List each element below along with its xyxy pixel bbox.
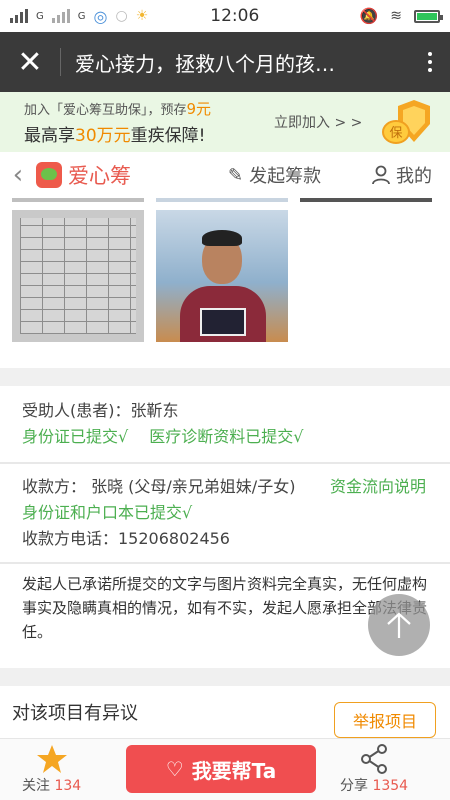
- share-button[interactable]: 分享 1354: [340, 743, 408, 795]
- logo[interactable]: 爱心筹: [36, 160, 131, 190]
- promo-line-2: 最高享30万元重疾保障!: [24, 126, 206, 146]
- app-notification-icon: ◎: [93, 6, 108, 26]
- id-status: 身份证已提交√: [22, 427, 129, 446]
- share-icon: [361, 744, 388, 774]
- wifi-icon: ≋: [390, 8, 402, 24]
- logo-mark-icon: [36, 162, 62, 188]
- logo-text: 爱心筹: [68, 164, 131, 188]
- recipient-status: 身份证已提交√ 医疗诊断资料已提交√: [22, 424, 428, 450]
- payee-row: 收款方： 张晓 (父母/亲兄弟姐妹/子女) 资金流向说明: [22, 474, 428, 500]
- svg-text:保: 保: [389, 126, 402, 141]
- status-bar: G G ◎ ○ ☀ 12:06 🔕 ≋: [0, 0, 450, 32]
- join-now-link[interactable]: 立即加入 > >: [274, 112, 362, 132]
- battery-icon: [414, 9, 443, 23]
- patient-photo[interactable]: [156, 210, 288, 342]
- share-label: 分享: [340, 778, 368, 794]
- divider: [0, 462, 450, 464]
- close-icon[interactable]: ✕: [0, 32, 60, 92]
- follow-label: 关注: [22, 778, 50, 794]
- my-account-label: 我的: [396, 166, 432, 187]
- promo-banner[interactable]: 加入「爱心筹互助保」，预存9元 最高享30万元重疾保障! 立即加入 > > 保: [0, 92, 450, 152]
- network-label-2: G: [77, 10, 86, 22]
- photo-edge: [156, 198, 288, 202]
- payee-phone: 收款方电话：15206802456: [22, 529, 230, 548]
- section-gap: [0, 368, 450, 386]
- follow-button[interactable]: 关注 134: [22, 743, 81, 795]
- follow-count: 134: [54, 778, 82, 794]
- recipient-name: 受助人(患者)：张靳东: [22, 401, 179, 420]
- payee-docs-status: 身份证和户口本已提交√: [22, 503, 193, 522]
- share-count: 1354: [372, 778, 409, 794]
- search-icon: ○: [115, 8, 128, 24]
- arrow-up-icon: [387, 612, 411, 638]
- bottom-action-bar: 关注 134 ♡ 我要帮Ta 分享 1354: [0, 738, 450, 800]
- photo-edge: [300, 198, 432, 202]
- divider: [0, 562, 450, 564]
- user-icon: [372, 165, 390, 185]
- star-icon: [36, 745, 67, 773]
- report-project-button[interactable]: 举报项目: [334, 702, 436, 738]
- promo-line-1: 加入「爱心筹互助保」，预存9元: [24, 100, 212, 118]
- help-button-label: 我要帮Ta: [191, 758, 277, 783]
- weather-icon: ☀: [135, 8, 149, 24]
- photo-edge: [12, 198, 144, 202]
- section-gap: [0, 668, 450, 686]
- help-button[interactable]: ♡ 我要帮Ta: [126, 745, 316, 793]
- dispute-row: 对该项目有异议 举报项目: [0, 686, 450, 738]
- back-chevron-icon[interactable]: ‹: [0, 160, 36, 190]
- document-photo[interactable]: [12, 210, 144, 342]
- pencil-icon: ✎: [228, 164, 244, 186]
- heart-icon: ♡: [165, 757, 184, 781]
- funds-flow-link[interactable]: 资金流向说明: [330, 474, 426, 500]
- clock: 12:06: [210, 6, 260, 26]
- network-label: G: [36, 10, 44, 22]
- start-fundraising-label: 发起筹款: [249, 166, 322, 187]
- shield-icon: 保: [382, 100, 430, 144]
- my-account-button[interactable]: 我的: [372, 162, 432, 188]
- site-nav: ‹ 爱心筹 ✎ 发起筹款 我的: [0, 152, 450, 198]
- page-title: 爱心接力，拯救八个月的孩…: [75, 51, 335, 76]
- medical-status: 医疗诊断资料已提交√: [149, 427, 304, 446]
- signal-icon-2: [51, 9, 70, 23]
- dispute-label: 对该项目有异议: [12, 703, 138, 724]
- recipient-info: 受助人(患者)：张靳东 身份证已提交√ 医疗诊断资料已提交√: [0, 398, 450, 450]
- title-bar: ✕ 爱心接力，拯救八个月的孩…: [0, 32, 450, 92]
- evidence-photos: [0, 198, 450, 368]
- mute-icon: 🔕: [359, 7, 379, 25]
- signal-icon: [10, 9, 28, 23]
- more-menu-icon[interactable]: [410, 32, 450, 92]
- start-fundraising-button[interactable]: ✎ 发起筹款: [228, 162, 321, 188]
- scroll-to-top-button[interactable]: [368, 594, 430, 656]
- payee-info: 收款方： 张晓 (父母/亲兄弟姐妹/子女) 资金流向说明 身份证和户口本已提交√…: [0, 474, 450, 552]
- payee-name: 收款方： 张晓 (父母/亲兄弟姐妹/子女): [22, 477, 296, 496]
